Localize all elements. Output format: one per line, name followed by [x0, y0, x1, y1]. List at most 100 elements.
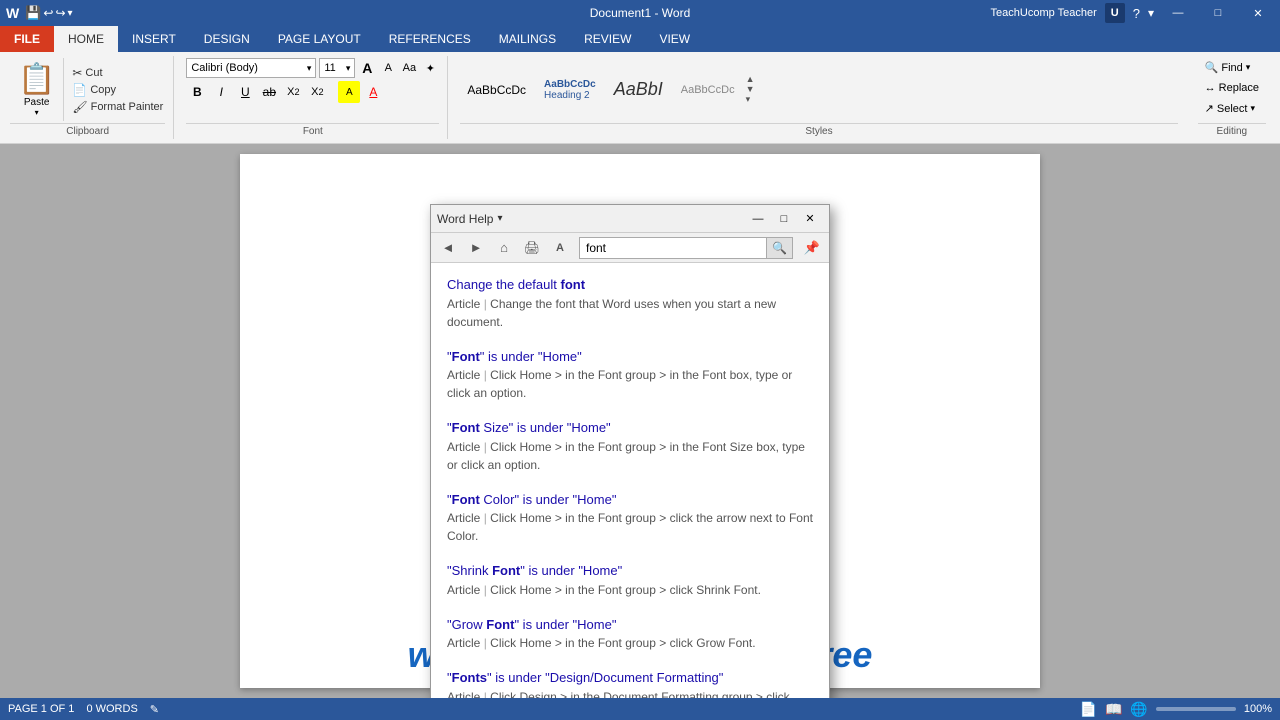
help-maximize-btn[interactable]: □	[771, 208, 797, 230]
minimize-btn[interactable]: —	[1162, 0, 1194, 27]
help-entry-1-title[interactable]: "Font" is under "Home"	[447, 347, 813, 367]
tab-design[interactable]: DESIGN	[190, 26, 264, 52]
italic-button[interactable]: I	[210, 81, 232, 103]
paste-label: Paste	[24, 97, 50, 108]
help-toolbar: ◄ ► ⌂ 🖨 A 🔍 📌	[431, 233, 829, 263]
bold-button[interactable]: B	[186, 81, 208, 103]
tab-mailings[interactable]: MAILINGS	[485, 26, 570, 52]
maximize-btn[interactable]: □	[1202, 0, 1234, 27]
qat-undo-icon[interactable]: ↩	[43, 6, 53, 20]
style-heading2[interactable]: AaBbCcDc Heading 2	[537, 74, 603, 106]
editing-group: 🔍 Find ▾ ↔ Replace ↗ Select ▾ Editing	[1194, 56, 1274, 139]
help-icon[interactable]: ?	[1133, 6, 1140, 21]
help-entry-4: "Shrink Font" is under "Home" Article | …	[447, 561, 813, 599]
styles-scroll-down-icon[interactable]: ▼	[746, 84, 755, 94]
edit-mode-icon[interactable]: ✎	[150, 703, 159, 716]
help-entry-3-title[interactable]: "Font Color" is under "Home"	[447, 490, 813, 510]
ribbon-tabs: FILE HOME INSERT DESIGN PAGE LAYOUT REFE…	[0, 26, 1280, 52]
help-dialog: Word Help ▾ — □ ✕ ◄ ► ⌂ 🖨 A 🔍	[430, 204, 830, 698]
style-subtitle[interactable]: AaBbCcDc	[674, 79, 742, 101]
format-painter-icon: 🖌	[72, 100, 87, 114]
styles-group: AaBbCcDc AaBbCcDc Heading 2 AaBbI AaBbCc…	[456, 56, 1185, 139]
clipboard-group-label: Clipboard	[10, 123, 165, 139]
find-button[interactable]: 🔍 Find ▾	[1198, 58, 1258, 77]
close-btn[interactable]: ✕	[1242, 0, 1274, 27]
zoom-slider[interactable]	[1156, 707, 1236, 711]
grow-font-button[interactable]: A	[358, 59, 376, 77]
underline-button[interactable]: U	[234, 81, 256, 103]
help-back-btn[interactable]: ◄	[435, 236, 461, 260]
styles-more-icon[interactable]: ▾	[746, 94, 755, 105]
font-size-selector[interactable]: 11 ▾	[319, 58, 355, 78]
tab-page-layout[interactable]: PAGE LAYOUT	[264, 26, 375, 52]
help-content: Change the default font Article | Change…	[431, 263, 829, 698]
cut-button[interactable]: ✂ Cut	[70, 65, 165, 81]
help-search-input[interactable]	[579, 237, 767, 259]
help-home-btn[interactable]: ⌂	[491, 236, 517, 260]
qat-save-icon[interactable]: 💾	[25, 5, 41, 21]
tab-home[interactable]: HOME	[54, 26, 118, 52]
text-highlight-button[interactable]: A	[338, 81, 360, 103]
view-web-icon[interactable]: 🌐	[1130, 701, 1147, 718]
help-pin-btn[interactable]: 📌	[799, 236, 825, 260]
superscript-button[interactable]: X2	[306, 81, 328, 103]
help-entry-1: "Font" is under "Home" Article | Click H…	[447, 347, 813, 403]
font-color-button[interactable]: A	[362, 81, 384, 103]
word-count: 0 WORDS	[86, 703, 137, 716]
paste-dropdown-icon[interactable]: ▾	[35, 108, 39, 117]
tab-insert[interactable]: INSERT	[118, 26, 190, 52]
help-close-btn[interactable]: ✕	[797, 208, 823, 230]
help-entry-2-sub: Article | Click Home > in the Font group…	[447, 438, 813, 474]
help-entry-3: "Font Color" is under "Home" Article | C…	[447, 490, 813, 546]
app-wrapper: W 💾 ↩ ↪ ▾ Document1 - Word TeachUcomp Te…	[0, 0, 1280, 720]
view-read-icon[interactable]: 📖	[1105, 701, 1122, 718]
help-text-size-btn[interactable]: A	[547, 236, 573, 260]
copy-button[interactable]: 📄 Copy	[70, 82, 165, 98]
help-entry-5-sub: Article | Click Home > in the Font group…	[447, 634, 813, 652]
shrink-font-button[interactable]: A	[379, 59, 397, 77]
find-dropdown-icon: ▾	[1246, 62, 1251, 73]
document-area: Word Help ▾ — □ ✕ ◄ ► ⌂ 🖨 A 🔍	[0, 144, 1280, 698]
select-button[interactable]: ↗ Select ▾	[1198, 99, 1262, 118]
font-group: Calibri (Body) ▾ 11 ▾ A A Aa ✦ B	[182, 56, 448, 139]
help-search-button[interactable]: 🔍	[767, 237, 793, 259]
help-entry-2-title[interactable]: "Font Size" is under "Home"	[447, 418, 813, 438]
help-print-btn[interactable]: 🖨	[519, 236, 545, 260]
help-entry-0-title[interactable]: Change the default font	[447, 275, 813, 295]
copy-icon: 📄	[72, 83, 87, 97]
change-case-button[interactable]: Aa	[400, 59, 418, 77]
help-entry-4-sub: Article | Click Home > in the Font group…	[447, 581, 813, 599]
help-forward-btn[interactable]: ►	[463, 236, 489, 260]
view-print-icon[interactable]: 📄	[1080, 701, 1097, 718]
paste-icon: 📋	[18, 62, 55, 97]
help-entry-6-title[interactable]: "Fonts" is under "Design/Document Format…	[447, 668, 813, 688]
subscript-button[interactable]: X2	[282, 81, 304, 103]
tab-file[interactable]: FILE	[0, 26, 54, 52]
qat-redo-icon[interactable]: ↪	[55, 6, 65, 20]
help-minimize-btn[interactable]: —	[745, 208, 771, 230]
tab-review[interactable]: REVIEW	[570, 26, 645, 52]
paste-button[interactable]: 📋 Paste ▾	[10, 58, 64, 121]
font-name-selector[interactable]: Calibri (Body) ▾	[186, 58, 316, 78]
clear-formatting-button[interactable]: ✦	[421, 59, 439, 77]
style-normal[interactable]: AaBbCcDc	[460, 78, 533, 102]
font-group-label: Font	[186, 123, 439, 139]
help-entry-4-title[interactable]: "Shrink Font" is under "Home"	[447, 561, 813, 581]
replace-button[interactable]: ↔ Replace	[1198, 79, 1266, 97]
help-title-dropdown-icon[interactable]: ▾	[497, 213, 502, 224]
style-title[interactable]: AaBbI	[607, 74, 670, 105]
help-entry-5-title[interactable]: "Grow Font" is under "Home"	[447, 615, 813, 635]
ribbon-toggle-icon[interactable]: ▾	[1148, 6, 1154, 20]
tab-references[interactable]: REFERENCES	[375, 26, 485, 52]
styles-scroll-up-icon[interactable]: ▲	[746, 74, 755, 84]
qat-more-icon[interactable]: ▾	[68, 8, 73, 19]
styles-group-label: Styles	[460, 123, 1177, 139]
tab-view[interactable]: VIEW	[645, 26, 704, 52]
help-title-label: Word Help	[437, 212, 493, 226]
format-painter-button[interactable]: 🖌 Format Painter	[70, 99, 165, 115]
page-indicator: PAGE 1 OF 1	[8, 703, 74, 716]
zoom-level: 100%	[1244, 703, 1272, 715]
find-icon: 🔍	[1205, 61, 1219, 74]
font-size-dropdown-icon: ▾	[346, 63, 351, 74]
strikethrough-button[interactable]: ab	[258, 81, 280, 103]
